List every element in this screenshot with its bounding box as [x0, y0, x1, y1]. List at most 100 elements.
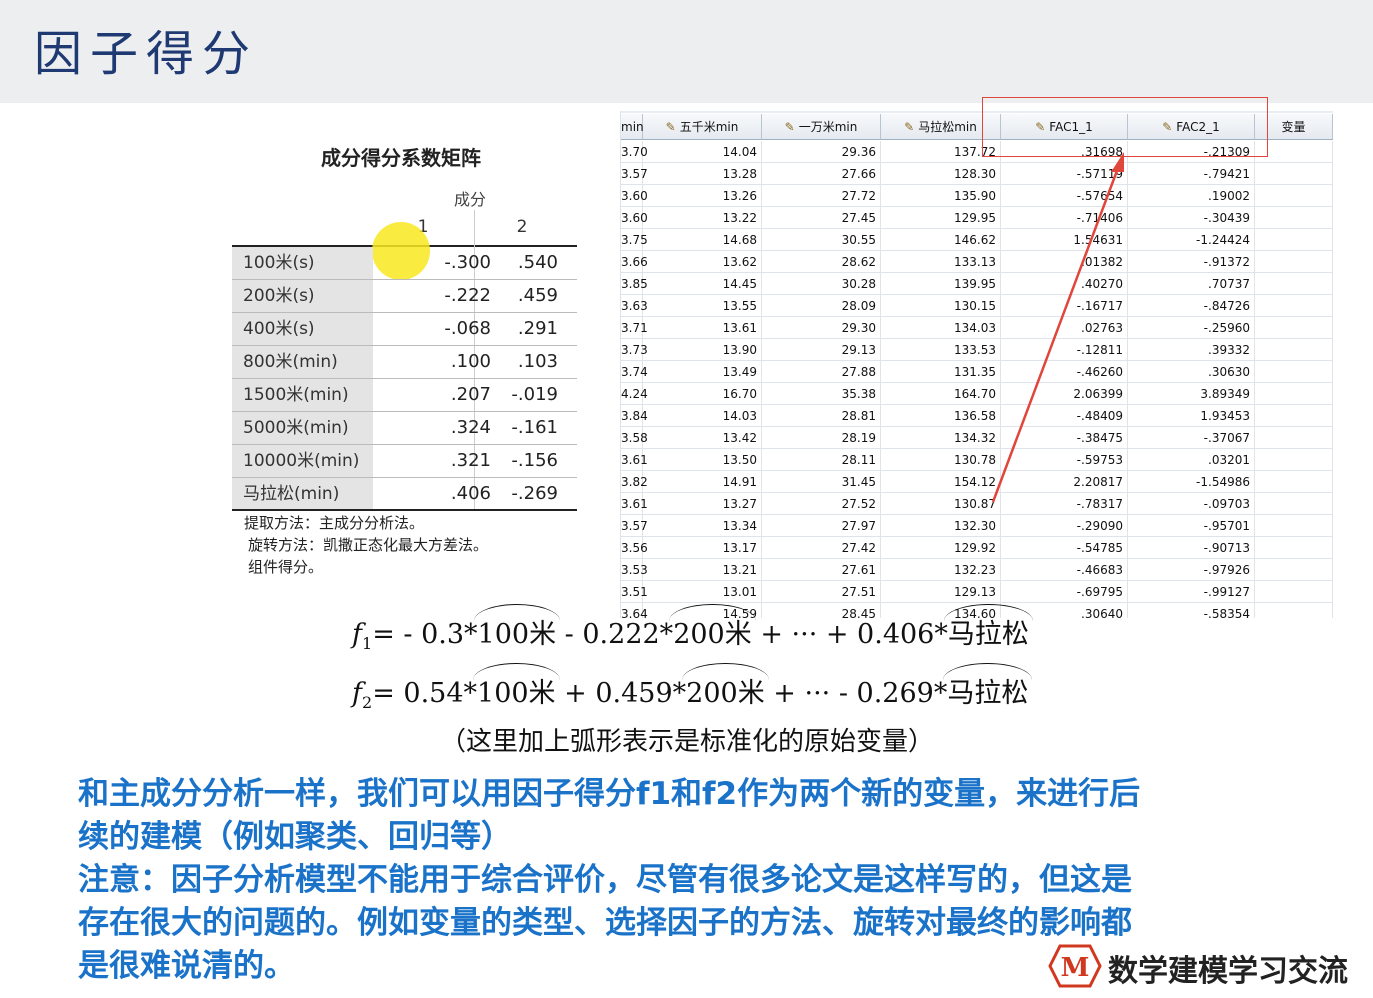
data-cell[interactable]: 3.61 [621, 449, 648, 471]
data-cell[interactable]: 13.55 [643, 295, 762, 317]
data-cell[interactable]: 3.71 [621, 317, 648, 339]
data-cell[interactable]: -.91372 [1128, 251, 1255, 273]
data-cell[interactable]: 16.70 [643, 383, 762, 405]
data-cell[interactable]: 3.63 [621, 295, 648, 317]
data-cell[interactable]: 28.81 [762, 405, 881, 427]
data-cell[interactable]: 27.88 [762, 361, 881, 383]
data-cell[interactable]: 3.75 [621, 229, 648, 251]
data-cell[interactable]: -.37067 [1128, 427, 1255, 449]
data-cell[interactable] [1255, 339, 1333, 361]
data-cell[interactable]: 133.53 [881, 339, 1001, 361]
data-cell[interactable]: 13.34 [643, 515, 762, 537]
data-cell[interactable]: -.48409 [1001, 405, 1128, 427]
data-cell[interactable]: -.99127 [1128, 581, 1255, 603]
data-cell[interactable]: 3.61 [621, 493, 648, 515]
data-cell[interactable]: 35.38 [762, 383, 881, 405]
data-cell[interactable]: 29.13 [762, 339, 881, 361]
data-cell[interactable]: 134.03 [881, 317, 1001, 339]
column-header[interactable]: ✎ 一万米min [762, 114, 881, 140]
data-cell[interactable]: 3.85 [621, 273, 648, 295]
data-cell[interactable]: -.46683 [1001, 559, 1128, 581]
data-cell[interactable]: 28.62 [762, 251, 881, 273]
data-cell[interactable]: 3.84 [621, 405, 648, 427]
data-cell[interactable] [1255, 537, 1333, 559]
data-cell[interactable]: 146.62 [881, 229, 1001, 251]
data-cell[interactable]: 31.45 [762, 471, 881, 493]
data-cell[interactable]: 28.09 [762, 295, 881, 317]
data-cell[interactable]: .30630 [1128, 361, 1255, 383]
data-cell[interactable]: .39332 [1128, 339, 1255, 361]
data-cell[interactable]: 30.28 [762, 273, 881, 295]
data-cell[interactable]: -.69795 [1001, 581, 1128, 603]
data-cell[interactable]: .19002 [1128, 185, 1255, 207]
data-cell[interactable]: .02763 [1001, 317, 1128, 339]
data-cell[interactable]: 3.89349 [1128, 383, 1255, 405]
data-cell[interactable]: 27.45 [762, 207, 881, 229]
data-cell[interactable] [1255, 515, 1333, 537]
data-cell[interactable]: -.90713 [1128, 537, 1255, 559]
data-cell[interactable] [1255, 559, 1333, 581]
data-cell[interactable]: -.30439 [1128, 207, 1255, 229]
data-cell[interactable]: .03201 [1128, 449, 1255, 471]
data-cell[interactable]: 27.52 [762, 493, 881, 515]
data-cell[interactable]: 13.49 [643, 361, 762, 383]
data-cell[interactable]: -1.54986 [1128, 471, 1255, 493]
data-cell[interactable]: -.84726 [1128, 295, 1255, 317]
data-cell[interactable]: -.95701 [1128, 515, 1255, 537]
data-cell[interactable]: .01382 [1001, 251, 1128, 273]
data-cell[interactable]: 13.28 [643, 163, 762, 185]
data-cell[interactable]: 14.04 [643, 141, 762, 163]
data-cell[interactable]: -.09703 [1128, 493, 1255, 515]
data-cell[interactable]: 13.01 [643, 581, 762, 603]
data-cell[interactable]: 1.54631 [1001, 229, 1128, 251]
data-cell[interactable]: 129.95 [881, 207, 1001, 229]
data-cell[interactable]: 13.21 [643, 559, 762, 581]
data-cell[interactable]: 136.58 [881, 405, 1001, 427]
data-cell[interactable] [1255, 185, 1333, 207]
data-cell[interactable] [1255, 361, 1333, 383]
data-cell[interactable]: 164.70 [881, 383, 1001, 405]
column-header[interactable]: min [621, 114, 644, 140]
data-cell[interactable]: 3.56 [621, 537, 648, 559]
data-cell[interactable]: 2.20817 [1001, 471, 1128, 493]
data-cell[interactable]: 130.87 [881, 493, 1001, 515]
data-cell[interactable] [1255, 317, 1333, 339]
data-cell[interactable]: 13.17 [643, 537, 762, 559]
data-cell[interactable]: 13.22 [643, 207, 762, 229]
data-cell[interactable]: -.78317 [1001, 493, 1128, 515]
data-cell[interactable]: 3.60 [621, 207, 648, 229]
data-cell[interactable]: 13.61 [643, 317, 762, 339]
data-cell[interactable]: 3.74 [621, 361, 648, 383]
data-cell[interactable]: -.59753 [1001, 449, 1128, 471]
data-cell[interactable]: 154.12 [881, 471, 1001, 493]
data-cell[interactable]: 13.26 [643, 185, 762, 207]
data-cell[interactable]: 4.24 [621, 383, 648, 405]
data-cell[interactable]: 1.93453 [1128, 405, 1255, 427]
data-cell[interactable]: 134.32 [881, 427, 1001, 449]
data-cell[interactable]: 13.50 [643, 449, 762, 471]
data-cell[interactable] [1255, 427, 1333, 449]
data-cell[interactable]: 3.58 [621, 427, 648, 449]
data-cell[interactable]: 3.66 [621, 251, 648, 273]
data-cell[interactable]: 27.72 [762, 185, 881, 207]
data-cell[interactable]: 3.51 [621, 581, 648, 603]
data-cell[interactable]: -.97926 [1128, 559, 1255, 581]
data-cell[interactable]: 3.60 [621, 185, 648, 207]
data-cell[interactable]: 132.30 [881, 515, 1001, 537]
data-cell[interactable]: 129.13 [881, 581, 1001, 603]
data-cell[interactable]: 27.42 [762, 537, 881, 559]
data-cell[interactable] [1255, 163, 1333, 185]
data-cell[interactable]: 128.30 [881, 163, 1001, 185]
data-cell[interactable] [1255, 273, 1333, 295]
data-cell[interactable]: 3.53 [621, 559, 648, 581]
data-cell[interactable]: 28.11 [762, 449, 881, 471]
data-cell[interactable]: 13.27 [643, 493, 762, 515]
data-cell[interactable]: 3.57 [621, 515, 648, 537]
data-cell[interactable] [1255, 383, 1333, 405]
data-cell[interactable]: -.16717 [1001, 295, 1128, 317]
data-cell[interactable]: -.54785 [1001, 537, 1128, 559]
data-cell[interactable]: 30.55 [762, 229, 881, 251]
data-cell[interactable]: 3.57 [621, 163, 648, 185]
data-cell[interactable] [1255, 207, 1333, 229]
data-cell[interactable]: .40270 [1001, 273, 1128, 295]
